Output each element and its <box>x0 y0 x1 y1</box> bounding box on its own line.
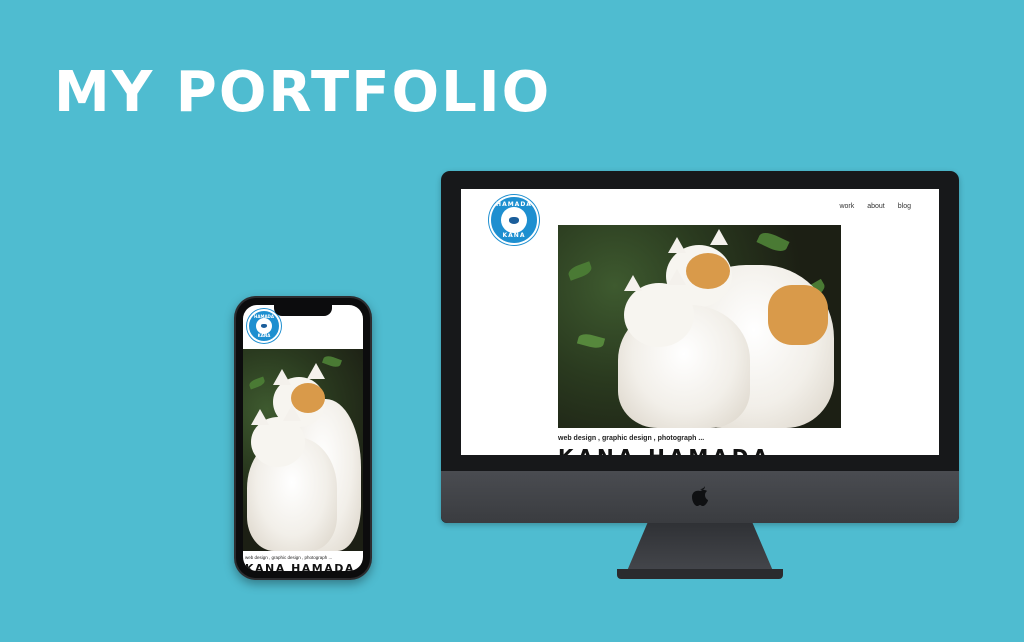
apple-logo-icon <box>692 486 708 506</box>
mobile-site-preview: HAMADA KANA web design , graphic design … <box>243 305 363 571</box>
monitor-foot <box>617 569 783 579</box>
site-tagline: web design , graphic design , photograph… <box>558 435 705 442</box>
monitor-stand <box>627 523 773 571</box>
mobile-logo-text-bottom: KANA <box>257 333 271 338</box>
site-owner-name: KANA HAMADA <box>558 445 772 455</box>
page-headline: MY PORTFOLIO <box>54 60 552 125</box>
phone-notch <box>274 305 332 316</box>
monitor-chin <box>441 471 959 523</box>
mobile-mockup: HAMADA KANA web design , graphic design … <box>234 296 372 580</box>
hero-cat-photo <box>558 225 841 428</box>
desktop-mockup: HAMADA KANA work about blog web design ,… <box>441 171 959 587</box>
logo-cat-icon <box>501 207 527 233</box>
mobile-logo-cat-icon <box>255 317 273 335</box>
site-logo[interactable]: HAMADA KANA <box>489 195 539 245</box>
mobile-hero-cat-photo <box>243 349 363 551</box>
monitor-body: HAMADA KANA work about blog web design ,… <box>441 171 959 523</box>
site-nav: work about blog <box>839 203 911 210</box>
nav-blog[interactable]: blog <box>898 203 911 210</box>
mobile-site-tagline: web design , graphic design , photograph… <box>245 555 333 560</box>
mobile-site-owner-name: KANA HAMADA <box>245 562 355 571</box>
logo-text-bottom: KANA <box>502 232 526 239</box>
desktop-site-preview: HAMADA KANA work about blog web design ,… <box>461 189 939 455</box>
nav-about[interactable]: about <box>867 203 885 210</box>
nav-work[interactable]: work <box>839 203 854 210</box>
